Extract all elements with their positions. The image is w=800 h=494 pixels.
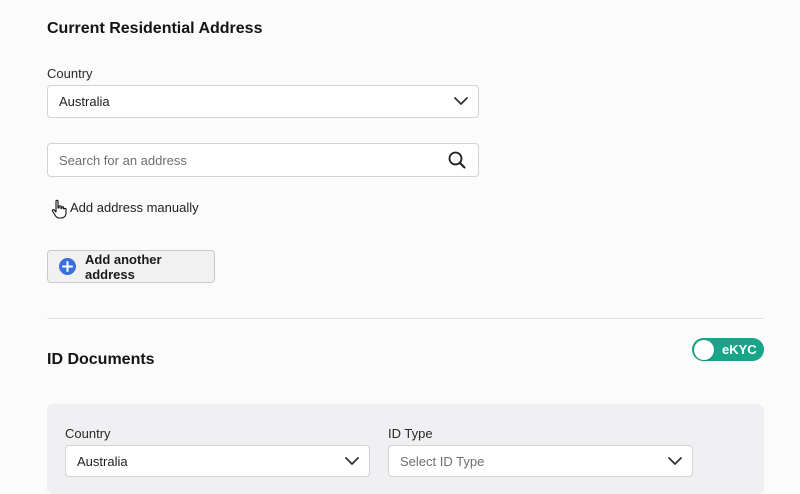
address-country-value: Australia [59, 94, 110, 109]
chevron-down-icon [335, 456, 369, 466]
section-divider [47, 318, 764, 319]
plus-circle-icon [59, 258, 76, 275]
id-type-placeholder: Select ID Type [400, 453, 485, 469]
address-section-title: Current Residential Address [47, 20, 263, 37]
id-type-select[interactable]: Select ID Type [388, 445, 693, 477]
id-type-label: ID Type [388, 426, 433, 441]
id-documents-title: ID Documents [47, 351, 155, 368]
chevron-down-icon [444, 97, 478, 106]
add-address-manually-link[interactable]: Add address manually [70, 200, 199, 215]
search-icon[interactable] [436, 151, 478, 169]
pointer-cursor-icon [51, 199, 67, 224]
toggle-knob [694, 339, 714, 360]
ekyc-toggle[interactable]: eKYC [692, 338, 764, 361]
address-search-input[interactable]: Search for an address [47, 143, 479, 177]
address-search-placeholder: Search for an address [59, 152, 187, 168]
chevron-down-icon [658, 456, 692, 466]
add-another-address-button[interactable]: Add another address [47, 250, 215, 283]
address-country-select[interactable]: Australia [47, 85, 479, 118]
id-country-label: Country [65, 426, 111, 441]
ekyc-toggle-label: eKYC [722, 342, 757, 357]
id-country-value: Australia [77, 453, 128, 469]
id-country-select[interactable]: Australia [65, 445, 370, 477]
address-country-label: Country [47, 66, 93, 81]
add-another-address-label: Add another address [85, 251, 162, 282]
